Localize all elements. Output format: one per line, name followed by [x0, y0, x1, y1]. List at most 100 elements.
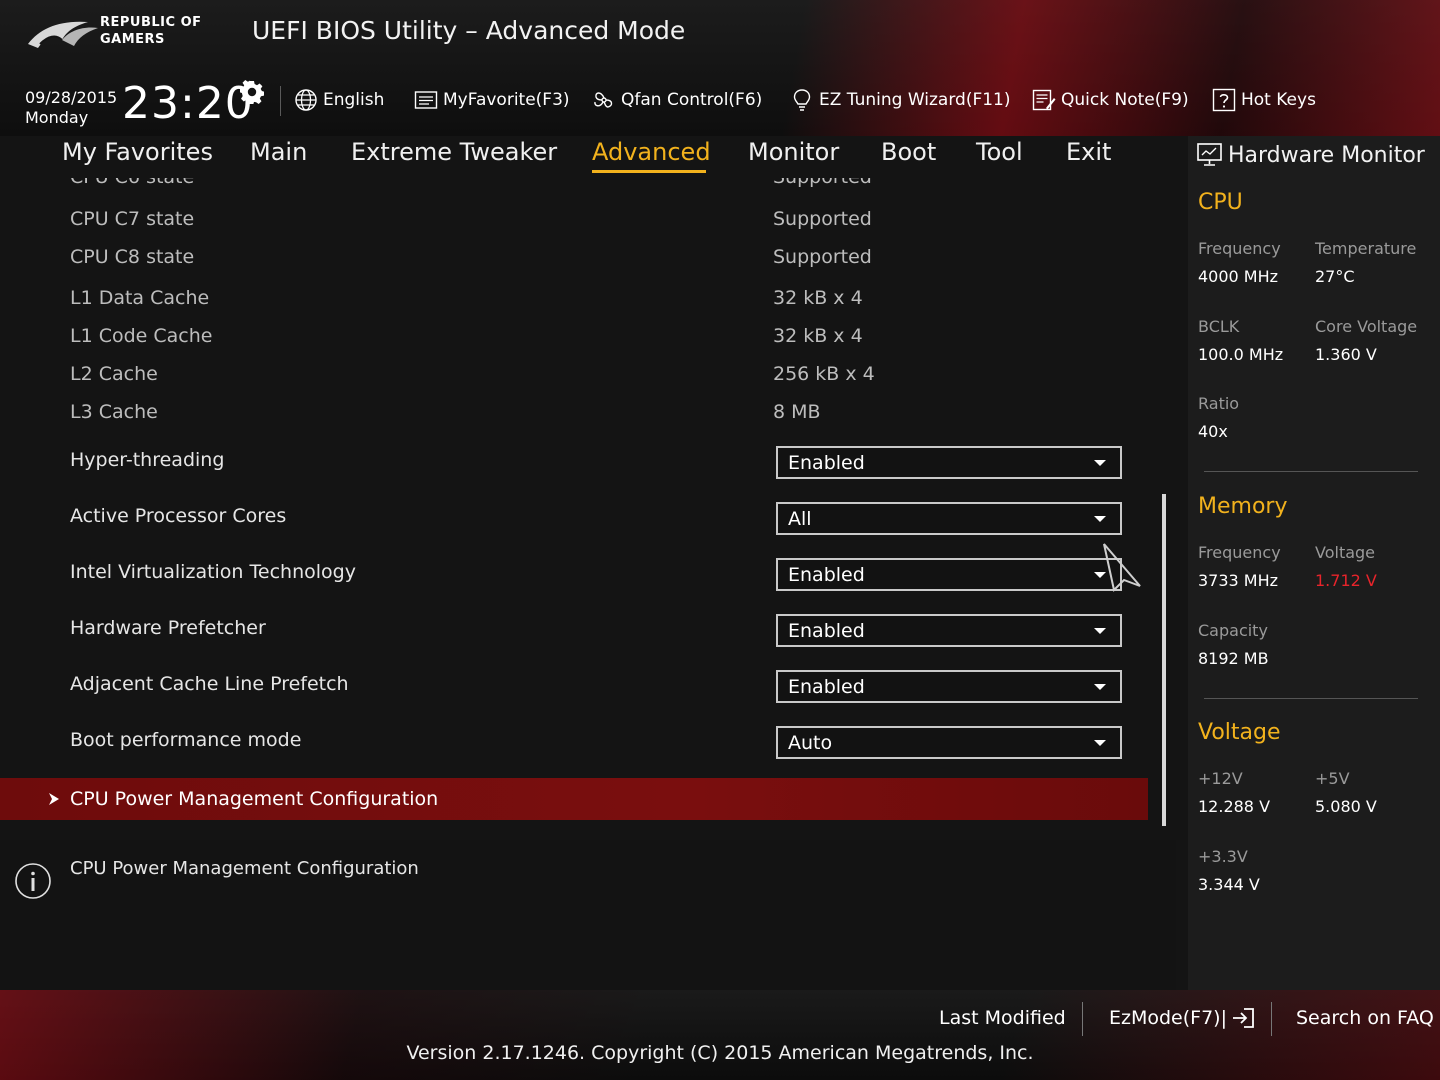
hw-memory-frequency-label: Frequency [1198, 543, 1281, 562]
footer-divider [1082, 1002, 1083, 1036]
select-value: All [788, 507, 812, 530]
monitor-icon [1197, 143, 1222, 166]
info-icon [15, 863, 51, 899]
gear-icon[interactable] [240, 80, 264, 104]
info-row-label: L1 Code Cache [70, 325, 213, 347]
ezmode-button[interactable]: EzMode(F7)| [1109, 1004, 1257, 1032]
hyper-threading-label: Hyper-threading [70, 449, 225, 471]
tab-monitor[interactable]: Monitor [748, 138, 839, 176]
adjacent-cache-prefetch-label: Adjacent Cache Line Prefetch [70, 673, 349, 695]
last-modified-button[interactable]: Last Modified [939, 1004, 1066, 1032]
dropdown-arrow-icon [1094, 516, 1106, 522]
info-row-value: Supported [773, 208, 872, 230]
quick-note-button[interactable]: Quick Note(F9) [1032, 86, 1189, 114]
brand-line-2: GAMERS [100, 32, 165, 47]
help-text: CPU Power Management Configuration [70, 858, 419, 879]
hw-memory-voltage-label: Voltage [1315, 543, 1376, 562]
dropdown-arrow-icon [1094, 684, 1106, 690]
day-text: Monday [25, 108, 89, 127]
hw-memory-voltage-value: 1.712 V [1315, 571, 1377, 590]
hw-bclk-value: 100.0 MHz [1198, 345, 1284, 364]
hw-bclk-label: BCLK [1198, 317, 1240, 336]
lightbulb-icon [793, 89, 811, 111]
dropdown-arrow-icon [1094, 628, 1106, 634]
active-tab-underline [592, 170, 706, 173]
search-faq-button[interactable]: Search on FAQ [1296, 1004, 1434, 1032]
scrollbar[interactable] [1162, 494, 1166, 826]
hw-divider [1204, 471, 1418, 472]
info-row-value: 8 MB [773, 401, 821, 423]
tab-main[interactable]: Main [250, 138, 307, 176]
brand-line-1: REPUBLIC OF [100, 15, 202, 30]
select-value: Enabled [788, 675, 865, 698]
submenu-label: CPU Power Management Configuration [70, 788, 439, 810]
info-row-value: 32 kB x 4 [773, 325, 863, 347]
tab-extreme-tweaker[interactable]: Extreme Tweaker [351, 138, 557, 176]
brand-text: REPUBLIC OF GAMERS [100, 14, 240, 48]
tab-my-favorites[interactable]: My Favorites [62, 138, 213, 176]
hardware-monitor-title: Hardware Monitor [1228, 142, 1425, 168]
hw-memory-frequency-value: 3733 MHz [1198, 571, 1279, 590]
info-row-label: L3 Cache [70, 401, 158, 423]
info-row-label: L1 Data Cache [70, 287, 210, 309]
toolbar-divider [280, 86, 281, 116]
hw-ratio-value: 40x [1198, 422, 1228, 441]
mouse-cursor-icon [1103, 543, 1141, 592]
ez-tuning-wizard-button[interactable]: EZ Tuning Wizard(F11) [790, 86, 1011, 114]
app-title: UEFI BIOS Utility – Advanced Mode [252, 16, 686, 45]
info-row-label: CPU C7 state [70, 208, 195, 230]
hw-voltage-title: Voltage [1198, 720, 1281, 745]
hw-33v-value: 3.344 V [1198, 875, 1260, 894]
hw-33v-label: +3.3V [1198, 847, 1248, 866]
info-row-value: 32 kB x 4 [773, 287, 863, 309]
myfavorite-button[interactable]: MyFavorite(F3) [414, 86, 570, 114]
hw-12v-label: +12V [1198, 769, 1243, 788]
ez-tuning-wizard-label: EZ Tuning Wizard(F11) [819, 90, 1011, 110]
hw-cpu-temperature-label: Temperature [1315, 239, 1417, 258]
language-button[interactable]: English [294, 86, 384, 114]
tab-exit[interactable]: Exit [1066, 138, 1111, 176]
clock-time: 23:20 [122, 78, 254, 129]
qfan-control-button[interactable]: Qfan Control(F6) [592, 86, 762, 114]
hw-core-voltage-value: 1.360 V [1315, 345, 1377, 364]
info-row-value: Supported [773, 246, 872, 268]
info-row-value: Supported [773, 178, 872, 188]
info-row-label: CPU C6 state [70, 178, 194, 188]
hw-5v-value: 5.080 V [1315, 797, 1377, 816]
tab-boot[interactable]: Boot [881, 138, 936, 176]
fan-icon [594, 92, 613, 108]
hw-capacity-label: Capacity [1198, 621, 1268, 640]
intel-virtualization-select[interactable]: Enabled [776, 558, 1122, 591]
select-value: Enabled [788, 563, 865, 586]
chevron-right-icon [49, 793, 59, 805]
hot-keys-button[interactable]: Hot Keys [1212, 86, 1316, 114]
hw-core-voltage-label: Core Voltage [1315, 317, 1418, 336]
select-value: Auto [788, 731, 833, 754]
myfavorite-label: MyFavorite(F3) [443, 90, 570, 110]
dropdown-arrow-icon [1094, 460, 1106, 466]
hw-cpu-title: CPU [1198, 190, 1243, 215]
hw-ratio-label: Ratio [1198, 394, 1240, 413]
footer-divider [1271, 1002, 1272, 1036]
select-value: Enabled [788, 619, 865, 642]
tab-tool[interactable]: Tool [976, 138, 1023, 176]
favorite-list-icon [414, 91, 438, 109]
date-text: 09/28/2015 [25, 88, 118, 107]
boot-performance-mode-select[interactable]: Auto [776, 726, 1122, 759]
hardware-prefetcher-select[interactable]: Enabled [776, 614, 1122, 647]
active-processor-cores-select[interactable]: All [776, 502, 1122, 535]
dropdown-arrow-icon [1094, 740, 1106, 746]
hyper-threading-select[interactable]: Enabled [776, 446, 1122, 479]
settings-list[interactable]: CPU C6 state Supported CPU C7 state Supp… [0, 178, 1176, 840]
select-value: Enabled [788, 451, 865, 474]
info-row-label: L2 Cache [70, 363, 158, 385]
hw-cpu-frequency-value: 4000 MHz [1198, 267, 1279, 286]
hot-keys-label: Hot Keys [1241, 90, 1316, 110]
hw-cpu-frequency-label: Frequency [1198, 239, 1281, 258]
intel-virtualization-label: Intel Virtualization Technology [70, 561, 356, 583]
qfan-control-label: Qfan Control(F6) [621, 90, 763, 110]
cpu-power-management-submenu[interactable]: CPU Power Management Configuration [0, 778, 1148, 820]
hw-memory-title: Memory [1198, 494, 1288, 519]
adjacent-cache-prefetch-select[interactable]: Enabled [776, 670, 1122, 703]
hw-cpu-temperature-value: 27°C [1315, 267, 1355, 286]
